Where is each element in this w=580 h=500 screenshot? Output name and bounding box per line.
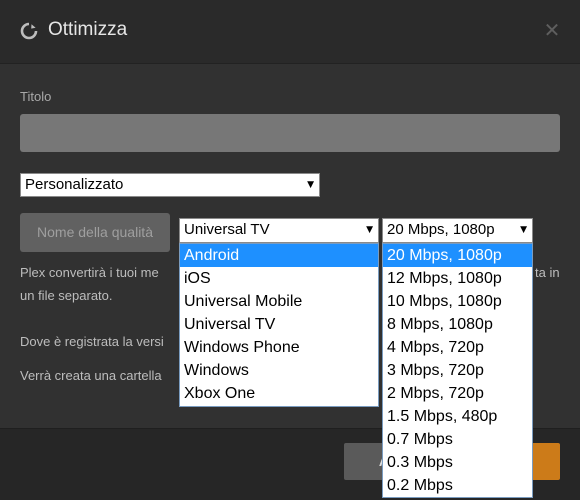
bitrate-option[interactable]: 12 Mbps, 1080p — [383, 267, 532, 290]
bitrate-select[interactable]: 20 Mbps, 1080p ▼ — [382, 218, 533, 243]
close-icon[interactable]: ✕ — [543, 20, 561, 40]
folder-description: Verrà creata una cartella — [20, 368, 162, 383]
device-select-value: Universal TV — [184, 221, 270, 238]
bitrate-option[interactable]: 20 Mbps, 1080p — [383, 244, 532, 267]
bitrate-option[interactable]: 0.2 Mbps — [383, 474, 532, 497]
bitrate-option[interactable]: 4 Mbps, 720p — [383, 336, 532, 359]
convert-description: Plex convertirà i tuoi me — [20, 265, 159, 280]
title-label: Titolo — [20, 89, 52, 104]
bitrate-option[interactable]: 1.5 Mbps, 480p — [383, 405, 532, 428]
bitrate-option[interactable]: 0.3 Mbps — [383, 451, 532, 474]
dialog-title: Ottimizza — [48, 19, 128, 40]
device-option[interactable]: Windows — [180, 359, 378, 382]
optimize-icon — [20, 22, 38, 40]
convert-description-tail: ta in — [535, 265, 560, 280]
quality-name-input[interactable]: Nome della qualità — [20, 213, 170, 252]
bitrate-option[interactable]: 10 Mbps, 1080p — [383, 290, 532, 313]
location-description: Dove è registrata la versi — [20, 334, 164, 349]
chevron-down-icon: ▼ — [307, 180, 314, 190]
device-option[interactable]: Xbox One — [180, 382, 378, 405]
bitrate-option[interactable]: 0.7 Mbps — [383, 428, 532, 451]
title-input[interactable] — [20, 114, 560, 152]
chevron-down-icon: ▼ — [520, 225, 527, 235]
convert-description-line2: un file separato. — [20, 288, 113, 303]
dialog-header: Ottimizza ✕ — [0, 0, 580, 64]
bitrate-dropdown[interactable]: 20 Mbps, 1080p 12 Mbps, 1080p 10 Mbps, 108… — [382, 243, 533, 498]
device-dropdown[interactable]: Android iOS Universal Mobile Universal TV Wi… — [179, 243, 379, 407]
device-option[interactable]: iOS — [180, 267, 378, 290]
chevron-down-icon: ▼ — [366, 225, 373, 235]
device-option[interactable]: Android — [180, 244, 378, 267]
bitrate-option[interactable]: 2 Mbps, 720p — [383, 382, 532, 405]
bitrate-option[interactable]: 3 Mbps, 720p — [383, 359, 532, 382]
preset-select-value: Personalizzato — [25, 176, 124, 193]
bitrate-option[interactable]: 8 Mbps, 1080p — [383, 313, 532, 336]
bitrate-select-value: 20 Mbps, 1080p — [387, 221, 495, 238]
device-option[interactable]: Universal Mobile — [180, 290, 378, 313]
device-select[interactable]: Universal TV ▼ — [179, 218, 379, 243]
device-option[interactable]: Windows Phone — [180, 336, 378, 359]
preset-select[interactable]: Personalizzato ▼ — [20, 173, 320, 197]
device-option[interactable]: Universal TV — [180, 313, 378, 336]
